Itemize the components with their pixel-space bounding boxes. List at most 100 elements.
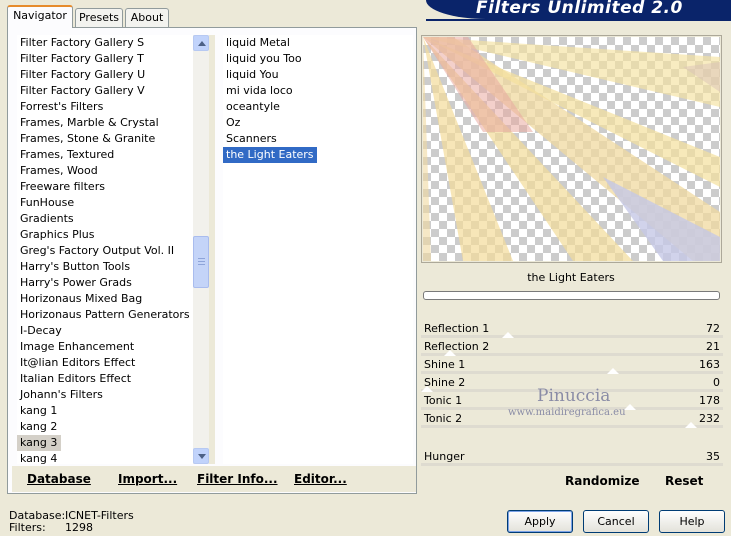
filter-item[interactable]: Scanners — [223, 131, 413, 147]
banner-underline — [426, 19, 731, 21]
category-label: Freeware filters — [20, 180, 105, 193]
category-label: kang 2 — [20, 420, 58, 433]
filter-item[interactable]: the Light Eaters — [223, 147, 413, 163]
category-item[interactable]: Filter Factory Gallery T — [17, 51, 193, 67]
param-row[interactable]: Reflection 2 21 — [421, 338, 723, 356]
status-filters-label: Filters: — [9, 521, 46, 534]
randomize-button[interactable]: Randomize — [565, 474, 639, 488]
app-banner: Filters Unlimited 2.0 — [426, 0, 731, 19]
filter-item[interactable]: liquid you Too — [223, 51, 413, 67]
apply-button[interactable]: Apply — [507, 510, 573, 533]
category-item[interactable]: Filter Factory Gallery V — [17, 83, 193, 99]
category-item[interactable]: It@lian Editors Effect — [17, 355, 193, 371]
chevron-down-icon — [198, 454, 206, 459]
filter-label: the Light Eaters — [223, 147, 317, 163]
category-item[interactable]: Greg's Factory Output Vol. II — [17, 243, 193, 259]
category-item[interactable]: Frames, Wood — [17, 163, 193, 179]
filter-info-button[interactable]: Filter Info... — [197, 472, 278, 486]
grip-line — [198, 258, 205, 259]
filter-item[interactable]: liquid Metal — [223, 35, 413, 51]
category-item[interactable]: Frames, Textured — [17, 147, 193, 163]
category-item[interactable]: I-Decay — [17, 323, 193, 339]
filter-label: Scanners — [226, 132, 277, 145]
category-label: Frames, Wood — [20, 164, 98, 177]
category-label: Harry's Power Grads — [20, 276, 132, 289]
category-label: Filter Factory Gallery V — [20, 84, 145, 97]
category-list[interactable]: Filter Factory Gallery S Filter Factory G… — [17, 35, 193, 464]
scroll-down-button[interactable] — [193, 448, 209, 464]
category-item[interactable]: Forrest's Filters — [17, 99, 193, 115]
editor-button[interactable]: Editor... — [294, 472, 347, 486]
slider-track[interactable] — [421, 425, 723, 428]
param-row[interactable]: Shine 1 163 — [421, 356, 723, 374]
category-label: Frames, Stone & Granite — [20, 132, 156, 145]
filter-label: mi vida loco — [226, 84, 293, 97]
category-item[interactable]: Frames, Marble & Crystal — [17, 115, 193, 131]
category-item[interactable]: Filter Factory Gallery S — [17, 35, 193, 51]
category-label: Frames, Marble & Crystal — [20, 116, 159, 129]
category-scrollbar[interactable] — [193, 35, 209, 464]
param-hunger[interactable]: Hunger 35 — [421, 448, 723, 466]
param-row[interactable]: Reflection 1 72 — [421, 320, 723, 338]
category-item[interactable]: Italian Editors Effect — [17, 371, 193, 387]
category-item[interactable]: Horizonaus Mixed Bag — [17, 291, 193, 307]
category-item[interactable]: Harry's Power Grads — [17, 275, 193, 291]
grip-line — [198, 264, 205, 265]
tab-about[interactable]: About — [125, 8, 169, 27]
category-item[interactable]: kang 3 — [17, 435, 193, 451]
preview-border — [421, 35, 722, 263]
category-label: Frames, Textured — [20, 148, 115, 161]
import-button[interactable]: Import... — [118, 472, 177, 486]
slider-knob[interactable] — [685, 422, 697, 428]
reset-button[interactable]: Reset — [665, 474, 703, 488]
category-label: Filter Factory Gallery U — [20, 68, 146, 81]
category-item[interactable]: Image Enhancement — [17, 339, 193, 355]
category-item[interactable]: Horizonaus Pattern Generators — [17, 307, 193, 323]
category-item[interactable]: Filter Factory Gallery U — [17, 67, 193, 83]
filter-item[interactable]: mi vida loco — [223, 83, 413, 99]
category-label: Gradients — [20, 212, 74, 225]
tab-presets[interactable]: Presets — [75, 8, 123, 27]
database-button[interactable]: Database — [27, 472, 91, 486]
tab-navigator[interactable]: Navigator — [7, 5, 73, 28]
list-divider — [209, 35, 215, 464]
filter-item[interactable]: oceantyle — [223, 99, 413, 115]
category-item[interactable]: FunHouse — [17, 195, 193, 211]
category-label: kang 4 — [20, 452, 58, 464]
tab-about-label: About — [130, 11, 164, 24]
category-label: Horizonaus Mixed Bag — [20, 292, 143, 305]
category-label: FunHouse — [20, 196, 75, 209]
category-item[interactable]: Johann's Filters — [17, 387, 193, 403]
status-filters-value: 1298 — [65, 521, 93, 534]
filter-label: liquid you Too — [226, 52, 302, 65]
category-item[interactable]: Gradients — [17, 211, 193, 227]
help-button[interactable]: Help — [659, 510, 725, 533]
category-item[interactable]: kang 2 — [17, 419, 193, 435]
filter-label: oceantyle — [226, 100, 280, 113]
app-title: Filters Unlimited 2.0 — [476, 0, 683, 18]
category-item[interactable]: Frames, Stone & Granite — [17, 131, 193, 147]
filter-label: liquid Metal — [226, 36, 290, 49]
category-item[interactable]: kang 4 — [17, 451, 193, 464]
category-label: kang 1 — [20, 404, 58, 417]
chevron-up-icon — [198, 41, 206, 46]
category-item[interactable]: Harry's Button Tools — [17, 259, 193, 275]
category-item[interactable]: Graphics Plus — [17, 227, 193, 243]
category-item[interactable]: kang 1 — [17, 403, 193, 419]
category-label: Filter Factory Gallery T — [20, 52, 144, 65]
filter-item[interactable]: Oz — [223, 115, 413, 131]
category-item[interactable]: Freeware filters — [17, 179, 193, 195]
category-label: It@lian Editors Effect — [20, 356, 136, 369]
category-label: I-Decay — [20, 324, 62, 337]
filter-list[interactable]: liquid Metal liquid you Too liquid You mi v… — [223, 35, 413, 464]
category-label: Greg's Factory Output Vol. II — [20, 244, 175, 257]
scroll-up-button[interactable] — [193, 35, 209, 51]
navigator-toolbar: Database Import... Filter Info... Editor… — [12, 466, 416, 492]
slider-track[interactable] — [421, 463, 723, 466]
filter-item[interactable]: liquid You — [223, 67, 413, 83]
cancel-button[interactable]: Cancel — [583, 510, 649, 533]
category-label: Filter Factory Gallery S — [20, 36, 145, 49]
tab-presets-label: Presets — [78, 11, 120, 24]
scroll-thumb[interactable] — [193, 236, 209, 288]
watermark-site: www.maidiregrafica.eu — [508, 407, 626, 418]
